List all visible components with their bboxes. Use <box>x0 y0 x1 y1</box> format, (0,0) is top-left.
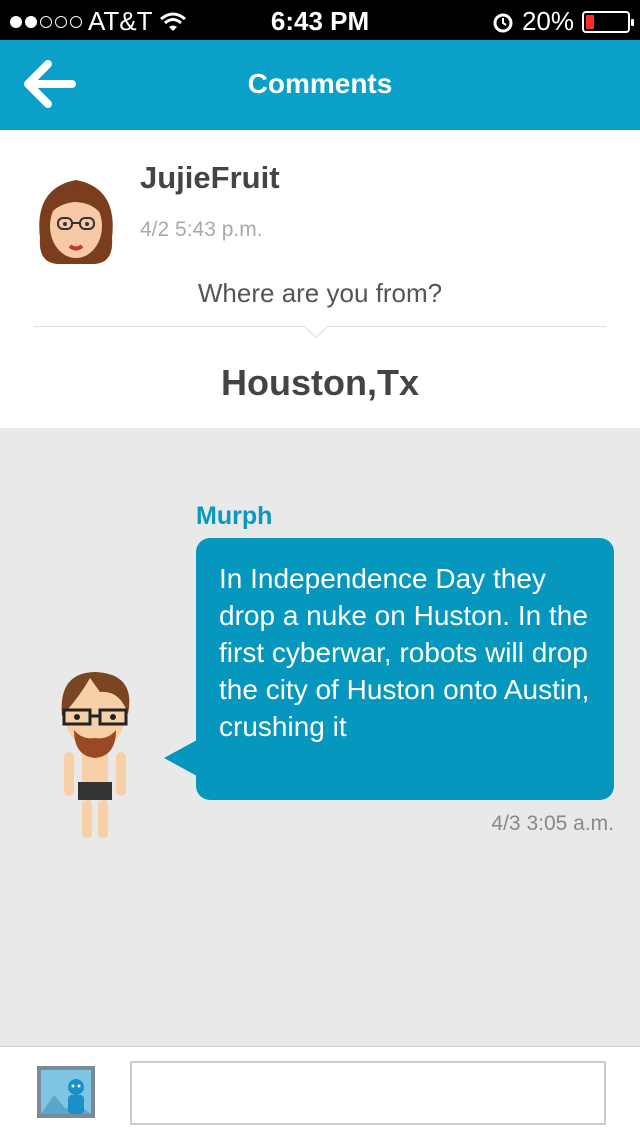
divider-notch <box>304 315 328 339</box>
commenter-avatar[interactable] <box>50 666 140 846</box>
post-author[interactable]: JujieFruit <box>140 160 280 196</box>
comment-time: 4/3 3:05 a.m. <box>491 812 614 835</box>
post-question: Where are you from? <box>197 278 443 308</box>
page-title: Comments <box>247 68 393 99</box>
comment-input[interactable] <box>130 1061 606 1125</box>
status-bar: AT&T 6:43 PM 20% <box>0 0 640 40</box>
comment-bubble: In Independence Day they drop a nuke on … <box>196 538 614 800</box>
header: Comments <box>0 40 640 130</box>
battery-info: 20% <box>492 6 634 37</box>
bubble-tail <box>164 740 197 776</box>
post: JujieFruit 4/2 5:43 p.m. Where are you f… <box>0 130 640 428</box>
post-answer: Houston,Tx <box>221 362 419 403</box>
comment-text: In Independence Day they drop a nuke on … <box>219 563 590 742</box>
battery-icon <box>582 10 634 33</box>
battery-percent: 20% <box>521 6 574 36</box>
comment-author[interactable]: Murph <box>196 502 272 531</box>
avatar[interactable] <box>34 168 118 272</box>
post-time: 4/2 5:43 p.m. <box>140 218 263 241</box>
image-attach-icon[interactable] <box>36 1065 96 1119</box>
compose-bar <box>0 1046 640 1136</box>
alarm-icon <box>493 13 513 32</box>
